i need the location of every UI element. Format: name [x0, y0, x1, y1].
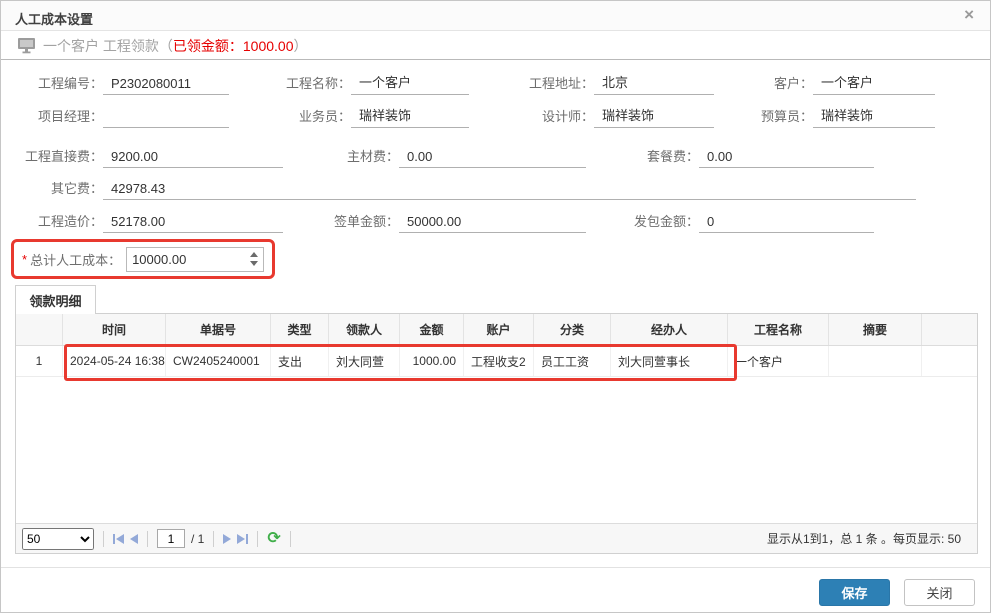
col-header-empty: [922, 314, 977, 345]
col-header-doc-no[interactable]: 单据号: [166, 314, 271, 345]
refresh-icon[interactable]: ⟳: [267, 531, 280, 547]
spinner-down-icon[interactable]: [250, 261, 258, 266]
received-amount-text: 已领金额：1000.00: [173, 36, 294, 56]
project-code-value[interactable]: P2302080011: [103, 76, 229, 95]
col-header-type[interactable]: 类型: [271, 314, 329, 345]
field-project-code: 工程编号： P2302080011: [15, 71, 229, 95]
col-header-category[interactable]: 分类: [534, 314, 611, 345]
cell-account: 工程收支2: [464, 346, 534, 376]
outsource-amount-value[interactable]: 0: [699, 214, 874, 233]
cell-empty: [922, 346, 977, 376]
pager-separator: [213, 531, 214, 547]
package-fee-value[interactable]: 0.00: [699, 149, 874, 168]
table-row[interactable]: 1 2024-05-24 16:38 CW2405240001 支出 刘大同萱 …: [16, 346, 977, 377]
customer-value[interactable]: 一个客户: [813, 72, 935, 95]
col-header-account[interactable]: 账户: [464, 314, 534, 345]
field-other-fee: 其它费： 42978.43: [15, 176, 916, 200]
page-size-select[interactable]: 50: [22, 528, 94, 550]
pager-separator: [147, 531, 148, 547]
field-main-material-fee: 主材费： 0.00: [311, 144, 586, 168]
cell-handler: 刘大同萱事长: [611, 346, 728, 376]
project-name-value[interactable]: 一个客户: [351, 72, 469, 95]
payment-details-grid: 时间 单据号 类型 领款人 金额 账户 分类 经办人 工程名称 摘要 1 202…: [15, 313, 978, 554]
signed-amount-value[interactable]: 50000.00: [399, 214, 586, 233]
cell-summary: [829, 346, 922, 376]
cell-time: 2024-05-24 16:38: [63, 346, 166, 376]
cell-category: 员工工资: [534, 346, 611, 376]
pager-separator: [103, 531, 104, 547]
col-header-handler[interactable]: 经办人: [611, 314, 728, 345]
cell-type: 支出: [271, 346, 329, 376]
footer-divider: [1, 567, 990, 568]
other-fee-value[interactable]: 42978.43: [103, 181, 916, 200]
field-project-name: 工程名称： 一个客户: [271, 71, 469, 95]
total-labor-cost-input[interactable]: [127, 251, 232, 268]
field-project-cost: 工程造价： 52178.00: [15, 209, 283, 233]
dialog-titlebar: 人工成本设置 ×: [1, 1, 990, 31]
close-button[interactable]: 关闭: [904, 579, 975, 606]
cell-payee: 刘大同萱: [329, 346, 400, 376]
field-outsource-amount: 发包金额： 0: [611, 209, 874, 233]
col-header-project-name[interactable]: 工程名称: [728, 314, 829, 345]
col-header-time[interactable]: 时间: [63, 314, 166, 345]
designer-value[interactable]: 瑞祥装饰: [594, 105, 714, 128]
main-material-fee-value[interactable]: 0.00: [399, 149, 586, 168]
field-salesman: 业务员： 瑞祥装饰: [271, 104, 469, 128]
direct-fee-value[interactable]: 9200.00: [103, 149, 283, 168]
total-labor-cost-label: 总计人工成本：: [30, 250, 121, 269]
save-button[interactable]: 保存: [819, 579, 890, 606]
pager-separator: [257, 531, 258, 547]
paren-close: ）: [294, 36, 308, 56]
total-labor-cost-annotation: * 总计人工成本：: [11, 239, 275, 279]
salesman-value[interactable]: 瑞祥装饰: [351, 105, 469, 128]
field-customer: 客户： 一个客户: [739, 71, 935, 95]
cell-doc-no: CW2405240001: [166, 346, 271, 376]
grid-header-row: 时间 单据号 类型 领款人 金额 账户 分类 经办人 工程名称 摘要: [16, 314, 977, 346]
col-header-rownum[interactable]: [16, 314, 63, 345]
cell-amount: 1000.00: [400, 346, 464, 376]
total-pages-label: / 1: [191, 532, 204, 546]
first-page-icon[interactable]: [113, 534, 124, 544]
tab-payment-details[interactable]: 领款明细: [15, 285, 96, 314]
field-estimator: 预算员： 瑞祥装饰: [739, 104, 935, 128]
total-labor-cost-spinner: [126, 247, 264, 272]
dialog-title: 人工成本设置: [15, 9, 93, 28]
field-package-fee: 套餐费： 0.00: [611, 144, 874, 168]
spinner-up-icon[interactable]: [250, 252, 258, 257]
required-asterisk: *: [22, 252, 27, 267]
grid-empty-area: [16, 377, 977, 523]
col-header-summary[interactable]: 摘要: [829, 314, 922, 345]
labor-cost-settings-dialog: 人工成本设置 × 一个客户 工程领款 （ 已领金额：1000.00 ） 工程编号…: [0, 0, 991, 613]
pagination-bar: 50 / 1 ⟳ 显示从1到1，总 1 条 。每页显示: 50: [16, 523, 977, 553]
project-cost-value[interactable]: 52178.00: [103, 214, 283, 233]
prev-page-icon[interactable]: [130, 534, 138, 544]
field-signed-amount: 签单金额： 50000.00: [311, 209, 586, 233]
pager-separator: [290, 531, 291, 547]
field-project-manager: 项目经理：: [15, 104, 229, 128]
cell-rownum: 1: [16, 346, 63, 376]
last-page-icon[interactable]: [237, 534, 248, 544]
project-payment-title: 一个客户 工程领款: [43, 36, 159, 56]
next-page-icon[interactable]: [223, 534, 231, 544]
page-number-input[interactable]: [157, 529, 185, 548]
close-icon[interactable]: ×: [964, 5, 974, 25]
estimator-value[interactable]: 瑞祥装饰: [813, 105, 935, 128]
field-project-address: 工程地址： 北京: [516, 71, 714, 95]
project-summary-bar: 一个客户 工程领款 （ 已领金额：1000.00 ）: [1, 32, 990, 60]
monitor-icon: [17, 37, 36, 54]
project-manager-value[interactable]: [103, 124, 229, 128]
col-header-amount[interactable]: 金额: [400, 314, 464, 345]
cell-project-name: 一个客户: [728, 346, 829, 376]
field-direct-fee: 工程直接费： 9200.00: [15, 144, 283, 168]
col-header-payee[interactable]: 领款人: [329, 314, 400, 345]
pagination-info: 显示从1到1，总 1 条 。每页显示: 50: [767, 530, 971, 547]
paren-open: （: [159, 36, 173, 56]
project-address-value[interactable]: 北京: [594, 72, 714, 95]
field-designer: 设计师： 瑞祥装饰: [516, 104, 714, 128]
